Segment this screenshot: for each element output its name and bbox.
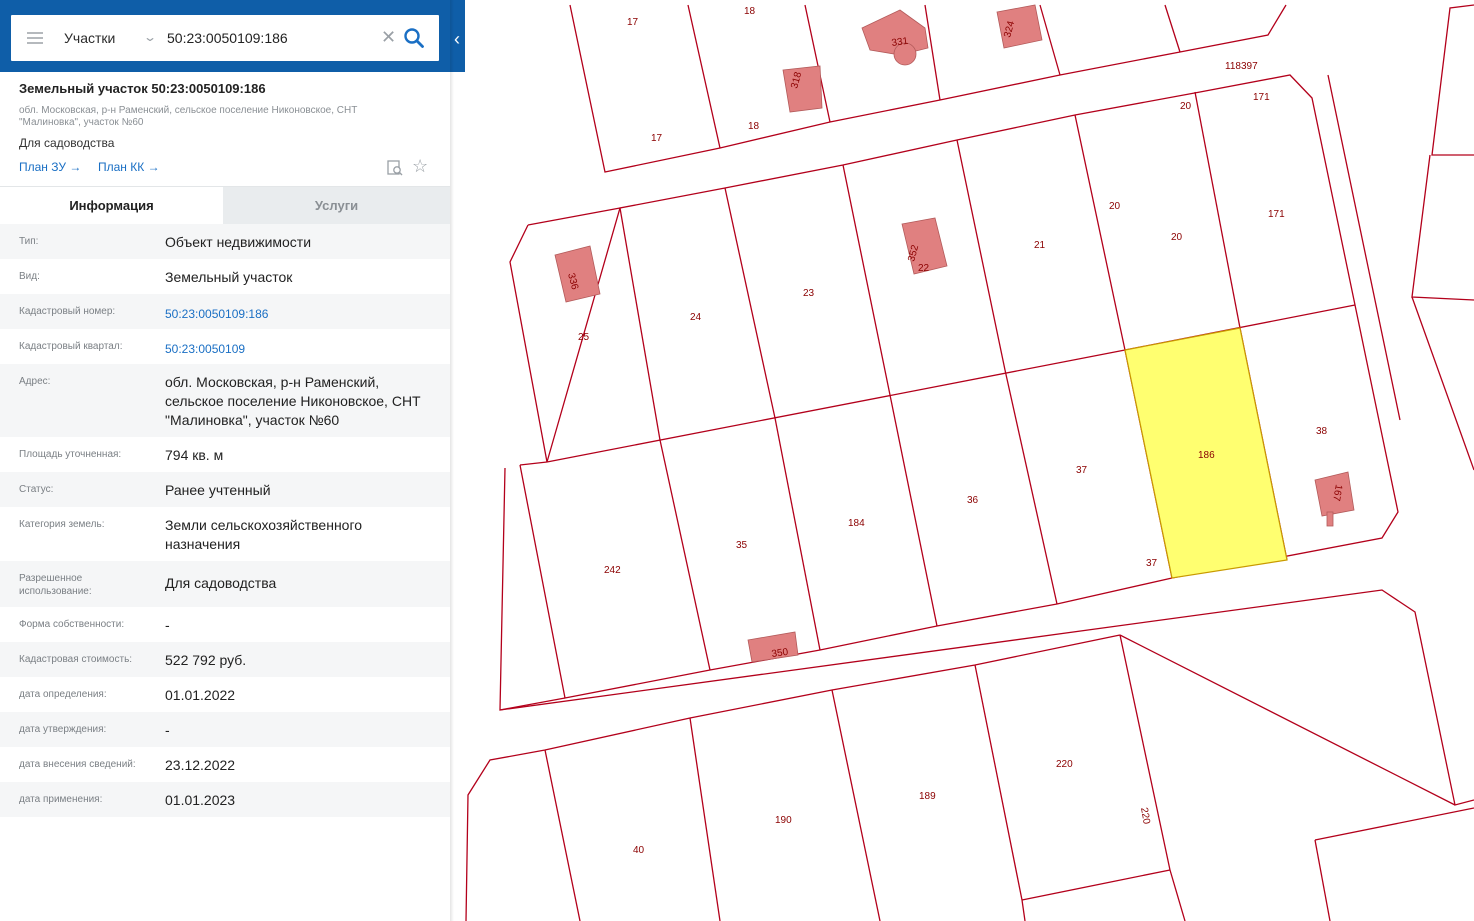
field-value: 794 кв. м bbox=[165, 447, 224, 463]
info-row: Разрешенное использование: Для садоводств… bbox=[0, 561, 450, 607]
info-row: дата применения: 01.01.2023 bbox=[0, 782, 450, 817]
info-row: Категория земель: Земли сельскохозяйствен… bbox=[0, 507, 450, 561]
label-24: 24 bbox=[690, 312, 702, 323]
label-25: 25 bbox=[578, 332, 590, 343]
field-label: Кадастровый номер: bbox=[19, 306, 116, 317]
label-17-top: 17 bbox=[627, 17, 639, 28]
field-value: Объект недвижимости bbox=[165, 234, 312, 250]
info-row: Адрес: обл. Московская, р-н Раменский, се… bbox=[0, 364, 450, 437]
label-38: 38 bbox=[1316, 426, 1328, 437]
search-icon[interactable] bbox=[403, 27, 425, 49]
field-label: Площадь уточненная: bbox=[19, 449, 122, 460]
chevron-down-icon[interactable]: ⌄ bbox=[143, 30, 157, 44]
cadastral-number-link[interactable]: 50:23:0050109:186 bbox=[165, 305, 440, 324]
info-row: дата определения: 01.01.2022 bbox=[0, 677, 450, 712]
field-label: Тип: bbox=[19, 236, 39, 247]
label-17: 17 bbox=[651, 133, 663, 144]
label-220-a: 220 bbox=[1056, 759, 1073, 770]
panel-shadow bbox=[450, 0, 454, 921]
field-value: 23.12.2022 bbox=[165, 757, 236, 773]
field-label: Форма собственности: bbox=[19, 619, 125, 630]
label-220-b: 220 bbox=[1138, 807, 1152, 826]
menu-icon[interactable] bbox=[27, 32, 43, 44]
search-input[interactable] bbox=[167, 25, 367, 51]
field-label: Кадастровый квартал: bbox=[19, 341, 123, 352]
clear-icon[interactable]: ✕ bbox=[381, 27, 396, 47]
label-171: 171 bbox=[1268, 209, 1285, 220]
favorite-star-icon[interactable]: ☆ bbox=[412, 156, 428, 176]
info-row: дата утверждения: - bbox=[0, 712, 450, 747]
info-row: Вид: Земельный участок bbox=[0, 259, 450, 294]
field-value: обл. Московская, р-н Раменский, сельское… bbox=[165, 374, 421, 428]
field-value: 01.01.2022 bbox=[165, 687, 236, 703]
info-panel: Участки ⌄ ✕ ‹ Земельный участок 50:23:00… bbox=[0, 0, 465, 921]
field-value: 01.01.2023 bbox=[165, 792, 236, 808]
document-search-icon[interactable] bbox=[386, 159, 404, 177]
object-address: обл. Московская, р-н Раменский, сельское… bbox=[19, 105, 358, 128]
label-20-b: 20 bbox=[1171, 232, 1183, 243]
label-22: 22 bbox=[918, 263, 930, 274]
field-label: Категория земель: bbox=[19, 519, 105, 530]
label-350: 350 bbox=[771, 647, 789, 660]
field-label: дата определения: bbox=[19, 689, 107, 700]
tab-information[interactable]: Информация bbox=[0, 187, 223, 225]
info-row: Статус: Ранее учтенный bbox=[0, 472, 450, 507]
field-value: Земельный участок bbox=[165, 269, 293, 285]
info-row: Форма собственности: - bbox=[0, 607, 450, 642]
label-21: 21 bbox=[1034, 240, 1046, 251]
label-18: 18 bbox=[748, 121, 760, 132]
field-label: дата внесения сведений: bbox=[19, 759, 136, 770]
label-20-a: 20 bbox=[1109, 201, 1121, 212]
label-118397: 118397 bbox=[1225, 61, 1258, 72]
label-23: 23 bbox=[803, 288, 815, 299]
info-row: Кадастровый номер: 50:23:0050109:186 bbox=[0, 294, 450, 329]
tab-services[interactable]: Услуги bbox=[223, 187, 450, 225]
object-title: Земельный участок 50:23:0050109:186 bbox=[19, 81, 266, 96]
plan-zu-link[interactable]: План ЗУ → bbox=[19, 160, 81, 174]
label-40: 40 bbox=[633, 845, 645, 856]
field-label: Разрешенное использование: bbox=[19, 573, 92, 597]
label-20-top: 20 bbox=[1180, 101, 1192, 112]
label-35: 35 bbox=[736, 540, 748, 551]
field-value: 522 792 руб. bbox=[165, 652, 247, 668]
label-18-top: 18 bbox=[744, 6, 756, 17]
label-190: 190 bbox=[775, 815, 792, 826]
field-label: Вид: bbox=[19, 271, 40, 282]
label-36: 36 bbox=[967, 495, 979, 506]
info-row: Кадастровая стоимость: 522 792 руб. bbox=[0, 642, 450, 677]
field-value: - bbox=[165, 722, 170, 738]
field-label: Статус: bbox=[19, 484, 54, 495]
label-189: 189 bbox=[919, 791, 936, 802]
info-row: дата внесения сведений: 23.12.2022 bbox=[0, 747, 450, 782]
label-37-b: 37 bbox=[1146, 558, 1158, 569]
field-label: дата применения: bbox=[19, 794, 103, 805]
field-label: Кадастровая стоимость: bbox=[19, 654, 133, 665]
label-171-top: 171 bbox=[1253, 92, 1270, 103]
label-184: 184 bbox=[848, 518, 865, 529]
info-table: Тип: Объект недвижимости Вид: Земельный уч… bbox=[0, 224, 450, 817]
field-label: Адрес: bbox=[19, 376, 51, 387]
object-purpose: Для садоводства bbox=[19, 136, 115, 150]
field-value: Для садоводства bbox=[165, 575, 277, 591]
info-row: Площадь уточненная: 794 кв. м bbox=[0, 437, 450, 472]
layer-select[interactable]: Участки bbox=[64, 30, 115, 46]
field-value: Земли сельскохозяйственного назначения bbox=[165, 517, 363, 552]
label-186: 186 bbox=[1198, 450, 1215, 461]
parcel-boundaries bbox=[465, 4, 1474, 921]
field-value: Ранее учтенный bbox=[165, 482, 271, 498]
search-box: Участки ⌄ ✕ bbox=[11, 15, 439, 61]
tab-bar: Информация Услуги bbox=[0, 186, 450, 225]
label-242: 242 bbox=[604, 565, 621, 576]
cadastral-quarter-link[interactable]: 50:23:0050109 bbox=[165, 340, 440, 359]
field-label: дата утверждения: bbox=[19, 724, 107, 735]
info-row: Кадастровый квартал: 50:23:0050109 bbox=[0, 329, 450, 364]
plan-kk-link[interactable]: План КК → bbox=[98, 160, 160, 174]
search-bar: Участки ⌄ ✕ ‹ bbox=[0, 0, 465, 72]
info-row: Тип: Объект недвижимости bbox=[0, 224, 450, 259]
label-37-a: 37 bbox=[1076, 465, 1088, 476]
field-value: - bbox=[165, 617, 170, 633]
